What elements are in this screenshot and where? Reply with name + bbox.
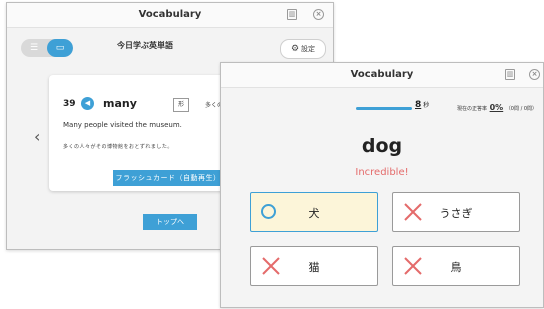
answer-option[interactable]: 犬 — [250, 192, 378, 232]
window-titlebar: Vocabulary ▥ × — [7, 3, 333, 28]
list-view-icon[interactable]: ☰ — [21, 39, 47, 57]
word-text: many — [103, 97, 137, 110]
card-view-icon[interactable]: ▭ — [47, 39, 73, 57]
book-icon[interactable]: ▥ — [505, 69, 515, 80]
close-icon[interactable]: × — [529, 69, 540, 80]
answer-feedback: Incredible! — [355, 167, 409, 178]
gear-icon: ⚙ — [290, 44, 300, 54]
window-titlebar: Vocabulary ▥ × — [221, 63, 543, 88]
answer-option-label: 犬 — [308, 207, 320, 220]
timer-readout: 8秒 — [415, 100, 429, 110]
accuracy-prefix: 現在の正答率 — [457, 106, 488, 112]
previous-arrow-icon[interactable]: ‹ — [34, 127, 40, 146]
answer-option-label: 鳥 — [450, 261, 462, 274]
question-word: dog — [361, 135, 403, 157]
page-title: 今日学ぶ英単語 — [117, 41, 173, 50]
window-title: Vocabulary — [138, 9, 202, 20]
answer-option[interactable]: 猫 — [250, 246, 378, 286]
view-toggle[interactable]: ☰ ▭ — [21, 39, 73, 57]
flashcard-autoplay-button[interactable]: フラッシュカード（自動再生） — [113, 170, 223, 186]
accuracy-readout: 現在の正答率 0% （0問 / 0問） — [457, 103, 537, 112]
example-sentence-ja: 多くの人々がその博物館をおとずれました。 — [63, 144, 173, 150]
close-icon[interactable]: × — [313, 9, 324, 20]
accuracy-detail: （0問 / 0問） — [505, 106, 538, 112]
speaker-icon[interactable]: ◀ — [81, 97, 94, 110]
timer-unit: 秒 — [423, 102, 430, 109]
vocabulary-quiz-window: Vocabulary ▥ × 8秒 現在の正答率 0% （0問 / 0問） do… — [220, 62, 544, 308]
window-title: Vocabulary — [350, 69, 414, 80]
word-number: 39 — [63, 99, 76, 109]
accuracy-percent: 0% — [489, 103, 504, 112]
settings-label: 設定 — [301, 45, 316, 53]
top-button[interactable]: トップへ — [143, 214, 197, 230]
settings-button[interactable]: ⚙ 設定 — [280, 39, 326, 59]
timer-progress-bar — [356, 107, 412, 110]
example-sentence-en: Many people visited the museum. — [63, 121, 182, 129]
answer-option-label: うさぎ — [439, 207, 473, 220]
book-icon[interactable]: ▥ — [287, 9, 297, 20]
answer-option[interactable]: うさぎ — [392, 192, 520, 232]
timer-value: 8 — [415, 100, 422, 110]
part-of-speech-badge: 形 — [173, 98, 189, 112]
answer-option-label: 猫 — [308, 261, 320, 274]
answer-option[interactable]: 鳥 — [392, 246, 520, 286]
